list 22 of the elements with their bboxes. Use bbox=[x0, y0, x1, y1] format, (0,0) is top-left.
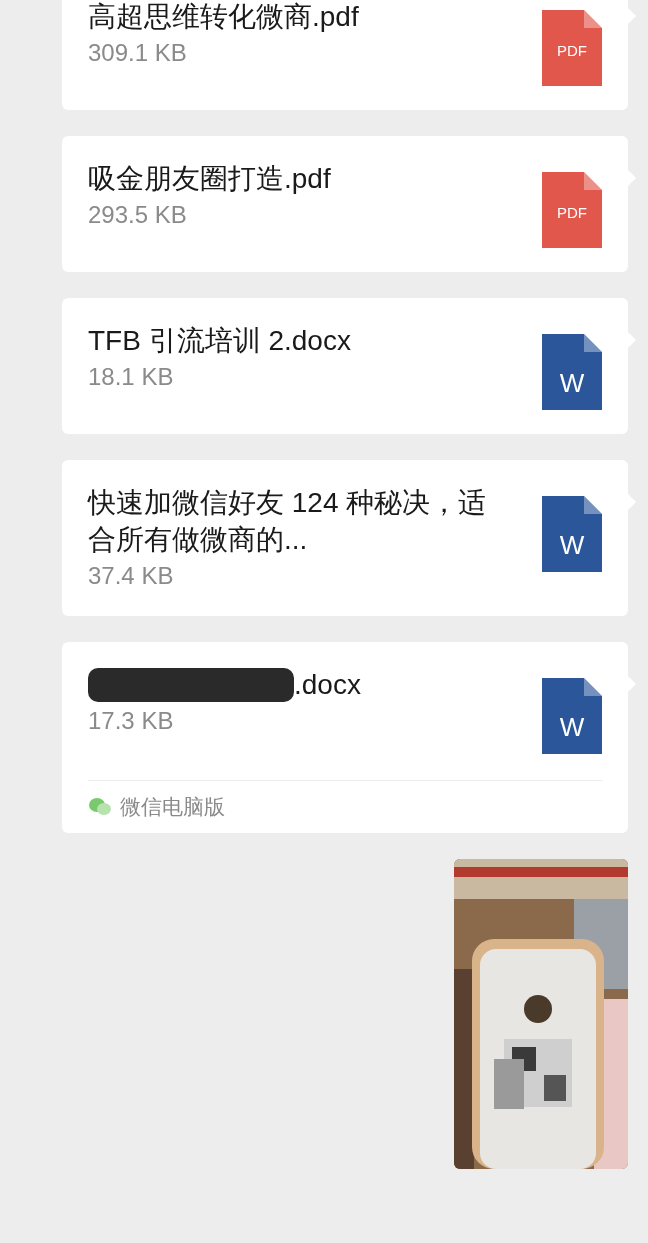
file-name: TFB 引流培训 2.docx bbox=[88, 324, 351, 358]
file-icon: PDF bbox=[542, 172, 602, 248]
file-message-bubble[interactable]: 吸金朋友圈打造.pdf 293.5 KB PDF bbox=[62, 136, 628, 272]
file-size: 309.1 KB bbox=[88, 38, 188, 68]
file-icon: W bbox=[542, 678, 602, 754]
source-label: 微信电脑版 bbox=[120, 794, 225, 820]
chat-app-icon bbox=[88, 796, 112, 817]
file-message-bubble[interactable]: 快速加微信好友 124 种秘决，适合所有做微商的... 37.4 KB W bbox=[62, 460, 628, 616]
file-message-bubble[interactable]: TFB 引流培训 2.docx 18.1 KB W bbox=[62, 298, 628, 434]
file-name: 吸金朋友圈打造.pdf bbox=[88, 162, 331, 196]
file-icon: W bbox=[542, 334, 602, 410]
file-icon: PDF bbox=[542, 10, 602, 86]
file-name: .docx bbox=[294, 668, 361, 702]
file-name: 快速加微信好友 124 种秘决，适合所有做微商的... bbox=[88, 486, 488, 557]
file-size: 18.1 KB bbox=[88, 362, 175, 392]
file-size: 293.5 KB bbox=[88, 200, 188, 230]
file-message-bubble[interactable]: .docx 17.3 KB W 微信电脑版 bbox=[62, 642, 628, 833]
file-message-bubble[interactable]: 高超思维转化微商.pdf 309.1 KB PDF bbox=[62, 0, 628, 110]
file-size: 17.3 KB bbox=[88, 706, 175, 736]
file-icon: W bbox=[542, 496, 602, 572]
file-name: 高超思维转化微商.pdf bbox=[88, 0, 359, 34]
file-size: 37.4 KB bbox=[88, 561, 175, 591]
